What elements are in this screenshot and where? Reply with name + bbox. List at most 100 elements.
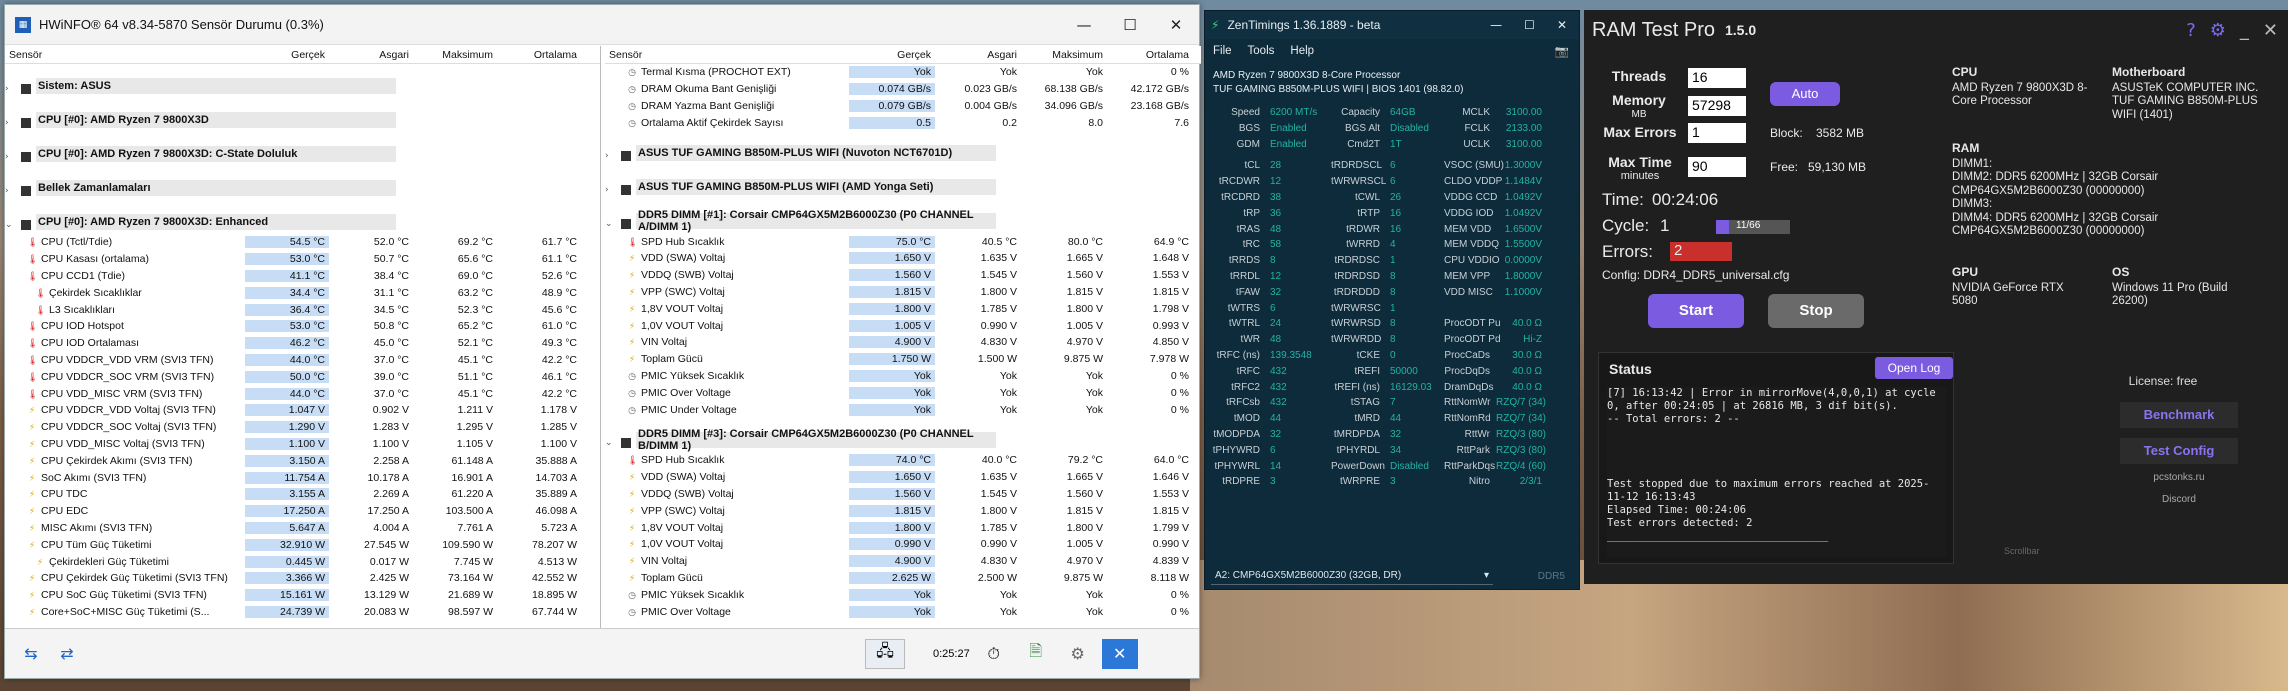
sensor-row[interactable]: ⚡ CPU Çekirdek Güç Tüketimi (SVI3 TFN) 3.3… bbox=[5, 570, 600, 587]
sensor-row[interactable]: ◷ Ortalama Aktif Çekirdek Sayısı 0.5 0.2 8.0… bbox=[605, 114, 1201, 131]
sensor-group[interactable]: ⌄ DDR5 DIMM [#3]: Corsair CMP64GX5M2B6000… bbox=[605, 418, 1201, 452]
nav-right-icon[interactable]: ⇄ bbox=[49, 639, 85, 669]
sensor-row[interactable]: ◷ PMIC Under Voltage Yok Yok Yok 0 % bbox=[605, 401, 1201, 418]
settings-icon[interactable]: ⚙ bbox=[1060, 639, 1096, 669]
sensor-row[interactable]: ⚡ Çekirdekleri Güç Tüketimi 0.445 W 0.017 W… bbox=[5, 553, 600, 570]
sensor-row[interactable]: ⚡ Toplam Gücü 2.625 W 2.500 W 9.875 W 8.118 W bbox=[605, 570, 1201, 587]
col-current[interactable]: Gerçek bbox=[849, 49, 935, 61]
sensor-row[interactable]: 🌡 SPD Hub Sıcaklık 75.0 °C 40.5 °C 80.0 °C 64… bbox=[605, 233, 1201, 250]
sensor-row[interactable]: ⚡ 1,8V VOUT Voltaj 1.800 V 1.785 V 1.800 V 1.… bbox=[605, 300, 1201, 317]
sensor-row[interactable]: 🌡 CPU IOD Ortalaması 46.2 °C 45.0 °C 52.1 °C… bbox=[5, 335, 600, 352]
sensor-row[interactable]: ⚡ Toplam Gücü 1.750 W 1.500 W 9.875 W 7.978 W bbox=[605, 351, 1201, 368]
close-button[interactable]: ✕ bbox=[1153, 16, 1199, 34]
sensor-row[interactable]: 🌡 CPU IOD Hotspot 53.0 °C 50.8 °C 65.2 °C 61.… bbox=[5, 318, 600, 335]
sensor-row[interactable]: ⚡ 1,8V VOUT Voltaj 1.800 V 1.785 V 1.800 V 1.… bbox=[605, 519, 1201, 536]
discord-link[interactable]: Discord bbox=[2120, 494, 2238, 505]
sensor-group[interactable]: ⌄ DDR5 DIMM [#1]: Corsair CMP64GX5M2B6000… bbox=[605, 199, 1201, 233]
sensor-row[interactable]: 🌡 L3 Sıcaklıkları 36.4 °C 34.5 °C 52.3 °C 45.… bbox=[5, 301, 600, 318]
close-icon[interactable]: ✕ bbox=[2263, 20, 2278, 41]
sensor-row[interactable]: ◷ PMIC Yüksek Sıcaklık Yok Yok Yok 0 % bbox=[605, 586, 1201, 603]
network-icon[interactable]: 🖧 bbox=[865, 638, 905, 669]
start-button[interactable]: Start bbox=[1648, 294, 1744, 328]
sensor-row[interactable]: ⚡ CPU TDC 3.155 A 2.269 A 61.220 A 35.889 A bbox=[5, 486, 600, 503]
sensor-row[interactable]: ◷ PMIC Yüksek Sıcaklık Yok Yok Yok 0 % bbox=[605, 368, 1201, 385]
sensor-row[interactable]: ⚡ VDD (SWA) Voltaj 1.650 V 1.635 V 1.665 V 1.… bbox=[605, 469, 1201, 486]
sensor-row[interactable]: 🌡 CPU Kasası (ortalama) 53.0 °C 50.7 °C 65.6… bbox=[5, 251, 600, 268]
chevron-down-icon[interactable]: ⌄ bbox=[5, 220, 19, 230]
col-min[interactable]: Asgari bbox=[935, 49, 1021, 61]
sensor-row[interactable]: ⚡ CPU Tüm Güç Tüketimi 32.910 W 27.545 W 109… bbox=[5, 536, 600, 553]
sensor-row[interactable]: ◷ Termal Kısma (PROCHOT EXT) Yok Yok Yok 0 % bbox=[605, 64, 1201, 81]
sensor-row[interactable]: 🌡 Çekirdek Sıcaklıklar 34.4 °C 31.1 °C 63.2 … bbox=[5, 284, 600, 301]
chevron-right-icon[interactable]: › bbox=[5, 186, 19, 196]
minimize-button[interactable]: — bbox=[1490, 18, 1502, 32]
maximize-button[interactable]: ☐ bbox=[1524, 18, 1535, 32]
auto-button[interactable]: Auto bbox=[1770, 82, 1840, 106]
col-avg[interactable]: Ortalama bbox=[497, 49, 581, 61]
sensor-row[interactable]: ⚡ CPU EDC 17.250 A 17.250 A 103.500 A 46.098 … bbox=[5, 503, 600, 520]
sensor-row[interactable]: ◷ PMIC Over Voltage Yok Yok Yok 0 % bbox=[605, 384, 1201, 401]
report-icon[interactable]: 🗎 bbox=[1018, 639, 1054, 669]
sensor-row[interactable]: ⚡ CPU Çekirdek Akımı (SVI3 TFN) 3.150 A 2.2… bbox=[5, 452, 600, 469]
sensor-group[interactable]: › ASUS TUF GAMING B850M-PLUS WIFI (Nuvoto… bbox=[605, 131, 1201, 165]
help-icon[interactable]: ? bbox=[2186, 20, 2196, 41]
col-max[interactable]: Maksimum bbox=[413, 49, 497, 61]
open-log-button[interactable]: Open Log bbox=[1875, 357, 1953, 379]
threads-input[interactable]: 16 bbox=[1688, 68, 1746, 88]
sensor-row[interactable]: 🌡 SPD Hub Sıcaklık 74.0 °C 40.0 °C 79.2 °C 64… bbox=[605, 452, 1201, 469]
camera-icon[interactable]: 📷 bbox=[1555, 44, 1579, 58]
sensor-row[interactable]: 🌡 CPU CCD1 (Tdie) 41.1 °C 38.4 °C 69.0 °C 52.… bbox=[5, 268, 600, 285]
sensor-group[interactable]: › Sistem: ASUS bbox=[5, 64, 600, 98]
dimm-selector[interactable]: A2: CMP64GX5M2B6000Z30 (32GB, DR) ▾ bbox=[1211, 567, 1493, 585]
sensor-row[interactable]: ⚡ SoC Akımı (SVI3 TFN) 11.754 A 10.178 A 16.… bbox=[5, 469, 600, 486]
sensor-row[interactable]: ⚡ CPU VDDCR_SOC Voltaj (SVI3 TFN) 1.290 V 1… bbox=[5, 419, 600, 436]
chevron-right-icon[interactable]: › bbox=[605, 185, 619, 195]
sensor-group[interactable]: › Bellek Zamanlamaları bbox=[5, 166, 600, 200]
sensor-row[interactable]: 🌡 CPU VDDCR_VDD VRM (SVI3 TFN) 44.0 °C 37.0… bbox=[5, 352, 600, 369]
chevron-right-icon[interactable]: › bbox=[5, 152, 19, 162]
benchmark-button[interactable]: Benchmark bbox=[2120, 402, 2238, 428]
sensor-row[interactable]: ◷ PMIC Over Voltage Yok Yok Yok 0 % bbox=[605, 603, 1201, 620]
col-sensor[interactable]: Sensör bbox=[5, 49, 245, 61]
nav-left-icon[interactable]: ⇆ bbox=[13, 639, 49, 669]
max-errors-input[interactable]: 1 bbox=[1688, 123, 1746, 143]
chevron-down-icon[interactable]: ⌄ bbox=[605, 438, 619, 448]
col-avg[interactable]: Ortalama bbox=[1107, 49, 1193, 61]
sensor-row[interactable]: ⚡ VIN Voltaj 4.900 V 4.830 V 4.970 V 4.850 V bbox=[605, 334, 1201, 351]
sensor-group[interactable]: › CPU [#0]: AMD Ryzen 7 9800X3D bbox=[5, 98, 600, 132]
minimize-button[interactable]: — bbox=[1061, 16, 1107, 34]
col-current[interactable]: Gerçek bbox=[245, 49, 329, 61]
close-sensors-icon[interactable]: ✕ bbox=[1101, 638, 1138, 669]
sensor-row[interactable]: ◷ DRAM Yazma Bant Genişliği 0.079 GB/s 0.00… bbox=[605, 98, 1201, 115]
sensor-row[interactable]: ⚡ VIN Voltaj 4.900 V 4.830 V 4.970 V 4.839 V bbox=[605, 553, 1201, 570]
chevron-right-icon[interactable]: › bbox=[5, 118, 19, 128]
sensor-row[interactable]: 🌡 CPU (Tctl/Tdie) 54.5 °C 52.0 °C 69.2 °C 61.… bbox=[5, 234, 600, 251]
site-link[interactable]: pcstonks.ru bbox=[2120, 472, 2238, 483]
chevron-right-icon[interactable]: › bbox=[605, 151, 619, 161]
col-sensor[interactable]: Sensör bbox=[605, 49, 849, 61]
sensor-row[interactable]: ⚡ CPU VDD_MISC Voltaj (SVI3 TFN) 1.100 V 1.… bbox=[5, 436, 600, 453]
sensor-row[interactable]: ⚡ VPP (SWC) Voltaj 1.815 V 1.800 V 1.815 V 1.… bbox=[605, 284, 1201, 301]
sensor-row[interactable]: 🌡 CPU VDDCR_SOC VRM (SVI3 TFN) 50.0 °C 39.0… bbox=[5, 368, 600, 385]
stop-button[interactable]: Stop bbox=[1768, 294, 1864, 328]
sensor-row[interactable]: ⚡ 1,0V VOUT Voltaj 1.005 V 0.990 V 1.005 V 0.… bbox=[605, 317, 1201, 334]
col-max[interactable]: Maksimum bbox=[1021, 49, 1107, 61]
test-config-button[interactable]: Test Config bbox=[2120, 438, 2238, 464]
clock-icon[interactable]: ⏱ bbox=[976, 639, 1012, 669]
sensor-row[interactable]: ◷ DRAM Okuma Bant Genişliği 0.074 GB/s 0.02… bbox=[605, 81, 1201, 98]
sensor-group[interactable]: ⌄ CPU [#0]: AMD Ryzen 7 9800X3D: Enhanced bbox=[5, 200, 600, 234]
menu-file[interactable]: File bbox=[1213, 45, 1232, 57]
sensor-row[interactable]: ⚡ CPU SoC Güç Tüketimi (SVI3 TFN) 15.161 W… bbox=[5, 587, 600, 604]
sensor-row[interactable]: ⚡ Core+SoC+MISC Güç Tüketimi (S... 24.739 … bbox=[5, 604, 600, 621]
max-time-input[interactable]: 90 bbox=[1688, 157, 1746, 177]
sensor-row[interactable]: ⚡ VDDQ (SWB) Voltaj 1.560 V 1.545 V 1.560 V 1… bbox=[605, 486, 1201, 503]
menu-tools[interactable]: Tools bbox=[1248, 45, 1275, 57]
minimize-icon[interactable]: _ bbox=[2240, 20, 2249, 41]
maximize-button[interactable]: ☐ bbox=[1107, 16, 1153, 34]
sensor-row[interactable]: ⚡ VDD (SWA) Voltaj 1.650 V 1.635 V 1.665 V 1.… bbox=[605, 250, 1201, 267]
memory-input[interactable]: 57298 bbox=[1688, 96, 1746, 116]
chevron-down-icon[interactable]: ⌄ bbox=[605, 219, 619, 229]
sensor-row[interactable]: ⚡ 1,0V VOUT Voltaj 0.990 V 0.990 V 1.005 V 0.… bbox=[605, 536, 1201, 553]
sensor-row[interactable]: ⚡ MISC Akımı (SVI3 TFN) 5.647 A 4.004 A 7.76… bbox=[5, 520, 600, 537]
sensor-group[interactable]: › ASUS TUF GAMING B850M-PLUS WIFI (AMD Yo… bbox=[605, 165, 1201, 199]
